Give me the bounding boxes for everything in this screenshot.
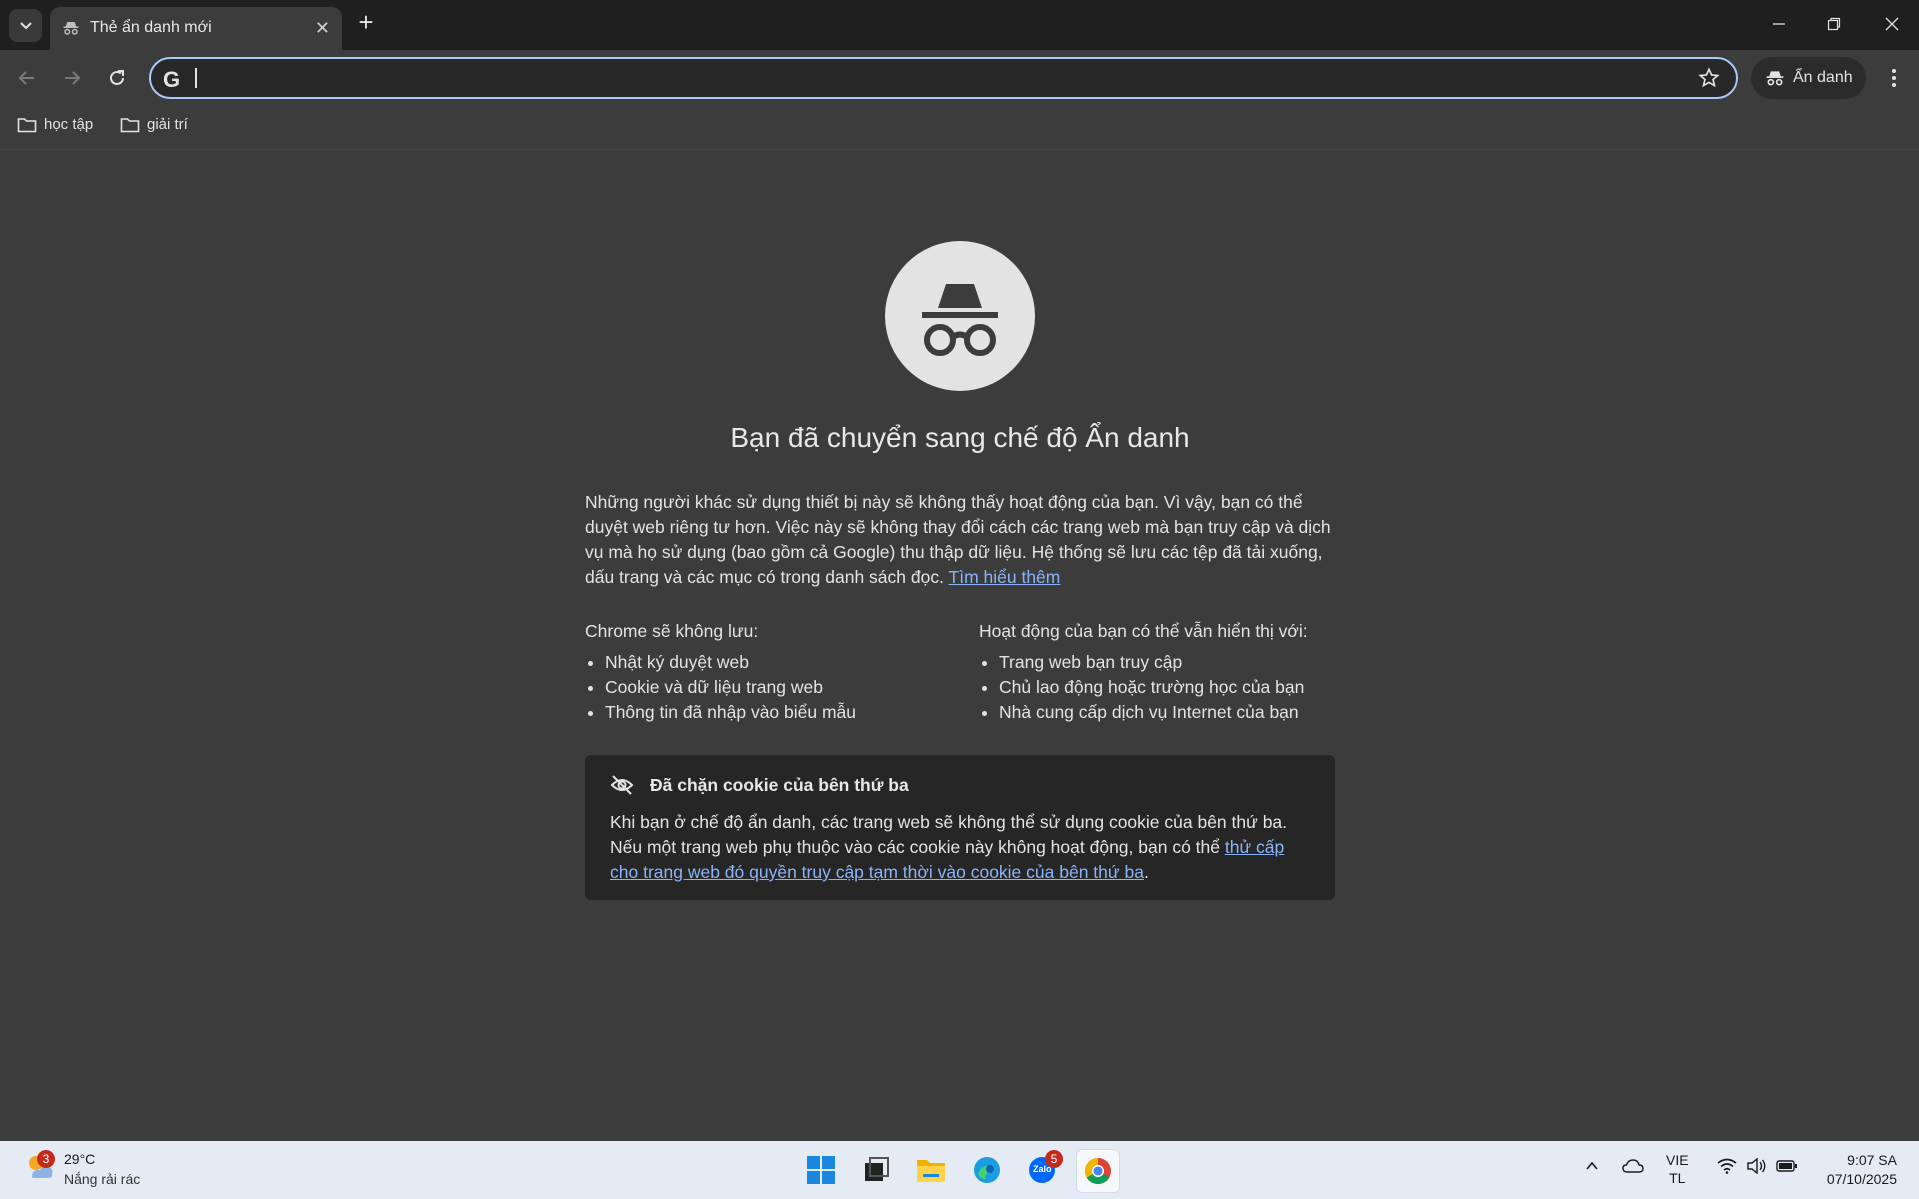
bookmark-label: học tập [44,116,94,133]
cookie-panel-text: Khi bạn ở chế độ ẩn danh, các trang web … [610,810,1310,885]
back-icon[interactable] [13,64,41,92]
omnibox-input[interactable] [199,65,1683,93]
wifi-icon[interactable] [1717,1158,1737,1179]
bookmarks-bar: học tập giải trí [0,106,1919,150]
list-item: Chủ lao động hoặc trường học của bạn [999,675,1335,700]
menu-icon[interactable] [1880,64,1908,92]
chevron-down-icon [19,21,32,29]
chrome-icon[interactable] [1076,1149,1120,1193]
cloud-icon[interactable] [1622,1158,1644,1179]
clock-time: 9:07 SA [1847,1152,1897,1168]
clock[interactable]: 9:07 SA 07/10/2025 [1815,1151,1897,1189]
taskbar: 3 29°C Nắng rải rác Zalo 5 VIE TL 9:07 S… [0,1141,1919,1199]
list-item: Trang web bạn truy cập [999,650,1335,675]
tab-title: Thẻ ẩn danh mới [90,19,212,36]
zalo-badge: 5 [1045,1150,1063,1168]
windows-start-icon[interactable] [800,1149,842,1191]
text-caret [195,68,197,88]
tab-search-button[interactable] [9,9,42,42]
cookie-end: . [1143,862,1149,882]
toolbar: G Ẩn danh [0,50,1919,106]
plus-icon[interactable]: + [354,9,378,35]
bookmark-folder-hoc-tap[interactable]: học tập [17,116,93,133]
intro-paragraph: Những người khác sử dụng thiết bị này sẽ… [585,490,1335,590]
clock-date: 07/10/2025 [1826,1171,1897,1187]
weather-widget[interactable]: 3 [24,1150,56,1188]
bookmark-folder-giai-tri[interactable]: giải trí [120,116,188,133]
incognito-profile-button[interactable]: Ẩn danh [1751,57,1866,99]
folder-icon [120,117,140,132]
file-explorer-icon[interactable] [910,1149,952,1191]
chevron-up-icon[interactable] [1584,1158,1600,1179]
folder-icon [17,117,37,132]
volume-icon[interactable] [1747,1157,1767,1179]
star-icon[interactable] [1698,67,1720,94]
bookmark-label: giải trí [147,116,188,133]
cookie-panel-title: Đã chặn cookie của bên thứ ba [650,775,909,795]
forward-icon[interactable] [58,64,86,92]
window-close-icon[interactable] [1872,8,1912,40]
language-indicator[interactable]: VIE TL [1666,1151,1689,1187]
language-line-1: VIE [1666,1152,1689,1168]
address-bar[interactable]: G [149,57,1738,99]
learn-more-link[interactable]: Tìm hiểu thêm [949,567,1061,587]
incognito-label: Ẩn danh [1793,69,1853,86]
weather-condition: Nắng rải rác [64,1171,141,1187]
chrome-wont-save: Chrome sẽ không lưu: Nhật ký duyệt web C… [585,619,975,725]
battery-icon[interactable] [1776,1158,1798,1179]
zalo-icon[interactable]: Zalo 5 [1021,1149,1063,1191]
list-item: Nhà cung cấp dịch vụ Internet của bạn [999,700,1335,725]
cookie-description: Khi bạn ở chế độ ẩn danh, các trang web … [610,812,1288,857]
title-bar: Thẻ ẩn danh mới ✕ + [0,0,1919,50]
third-party-cookie-panel: Đã chặn cookie của bên thứ ba Khi bạn ở … [585,755,1335,900]
right-col-title: Hoạt động của bạn có thể vẫn hiển thị vớ… [979,621,1308,641]
restore-icon[interactable] [1814,8,1854,40]
activity-visible-to: Hoạt động của bạn có thể vẫn hiển thị vớ… [979,619,1335,725]
page-title: Bạn đã chuyển sang chế độ Ẩn danh [730,422,1190,453]
incognito-hero-icon [885,241,1035,391]
reload-icon[interactable] [103,64,131,92]
incognito-icon [62,19,80,42]
list-item: Cookie và dữ liệu trang web [605,675,975,700]
close-icon[interactable]: ✕ [315,18,330,38]
weather-temp: 29°C [64,1151,96,1167]
task-view-icon[interactable] [855,1149,897,1191]
google-icon: G [163,67,181,92]
weather-badge: 3 [37,1150,55,1168]
eye-off-icon [610,774,634,801]
tab-active[interactable]: Thẻ ẩn danh mới ✕ [50,7,342,50]
list-item: Thông tin đã nhập vào biểu mẫu [605,700,975,725]
incognito-page: Bạn đã chuyển sang chế độ Ẩn danh Những … [0,150,1919,1141]
list-item: Nhật ký duyệt web [605,650,975,675]
left-col-title: Chrome sẽ không lưu: [585,621,759,641]
edge-icon[interactable] [966,1149,1008,1191]
language-line-2: TL [1669,1170,1686,1186]
minimize-icon[interactable] [1759,8,1799,40]
incognito-icon [1766,71,1784,86]
